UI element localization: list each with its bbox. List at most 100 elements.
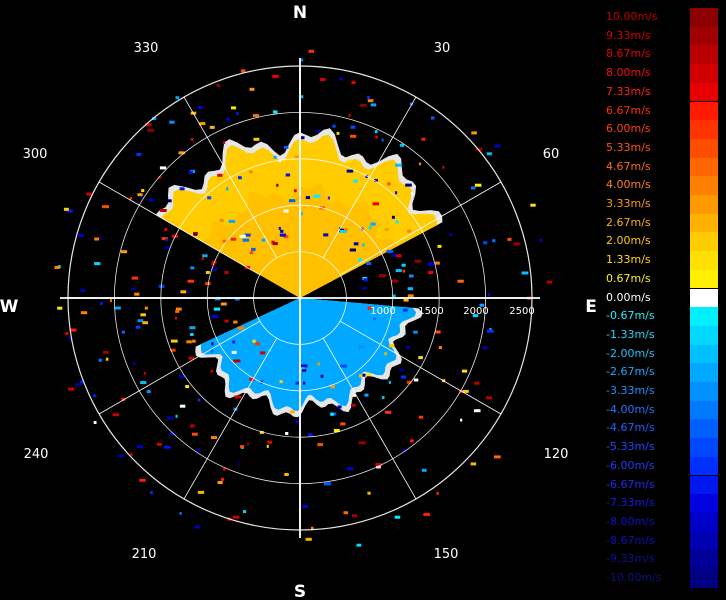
clutter-speckle xyxy=(387,182,391,186)
clutter-speckle xyxy=(471,131,477,135)
clutter-speckle xyxy=(381,138,384,142)
clutter-speckle xyxy=(381,396,385,399)
clutter-speckle xyxy=(232,340,236,344)
clutter-speckle xyxy=(168,199,172,203)
colorbar-row: 5.33m/s xyxy=(600,138,726,158)
clutter-speckle xyxy=(98,358,102,362)
colorbar-swatch xyxy=(690,419,718,439)
clutter-speckle xyxy=(102,205,109,209)
clutter-speckle xyxy=(238,176,242,180)
clutter-speckle xyxy=(366,262,372,265)
clutter-speckle xyxy=(317,362,320,366)
colorbar-swatch xyxy=(690,382,718,401)
compass-west-label: W xyxy=(0,297,19,317)
bearing-label-150: 150 xyxy=(434,547,459,562)
colorbar-swatch xyxy=(690,344,718,364)
clutter-speckle xyxy=(435,261,440,265)
clutter-speckle xyxy=(473,409,481,413)
clutter-speckle xyxy=(486,329,494,333)
colorbar-swatch xyxy=(690,251,718,270)
colorbar-label: 9.33m/s xyxy=(606,28,651,42)
colorbar-row: -2.67m/s xyxy=(600,363,726,382)
clutter-speckle xyxy=(388,380,391,384)
clutter-speckle xyxy=(370,103,377,107)
clutter-speckle xyxy=(389,344,395,348)
clutter-speckle xyxy=(370,222,376,226)
clutter-speckle xyxy=(190,266,195,270)
clutter-speckle xyxy=(159,166,167,170)
clutter-speckle xyxy=(302,381,306,385)
clutter-speckle xyxy=(362,286,367,290)
compass-south-label: S xyxy=(294,582,306,600)
colorbar-swatch xyxy=(690,569,718,588)
clutter-speckle xyxy=(330,412,334,416)
clutter-speckle xyxy=(546,280,553,284)
colorbar-row: 7.33m/s xyxy=(600,82,726,102)
clutter-speckle xyxy=(149,198,154,202)
colorbar-label: -2.67m/s xyxy=(606,365,655,379)
clutter-speckle xyxy=(170,339,178,343)
clutter-speckle xyxy=(112,413,119,417)
clutter-speckle xyxy=(320,374,324,378)
clutter-speckle xyxy=(240,69,246,73)
clutter-speckle xyxy=(240,445,244,449)
clutter-speckle xyxy=(271,240,275,244)
clutter-speckle xyxy=(132,362,136,365)
clutter-speckle xyxy=(129,196,132,200)
colorbar-label: 7.33m/s xyxy=(606,84,651,98)
clutter-speckle xyxy=(375,135,378,139)
clutter-speckle xyxy=(141,189,145,193)
colorbar-row: 1.33m/s xyxy=(600,251,726,270)
clutter-speckle xyxy=(302,505,309,508)
clutter-speckle xyxy=(373,317,376,321)
clutter-speckle xyxy=(315,129,320,133)
clutter-speckle xyxy=(114,306,121,310)
colorbar-swatch xyxy=(690,288,718,308)
clutter-speckle xyxy=(339,230,347,233)
clutter-speckle xyxy=(305,196,310,200)
clutter-speckle xyxy=(358,441,366,445)
clutter-speckle xyxy=(470,186,476,190)
clutter-speckle xyxy=(406,345,410,349)
clutter-speckle xyxy=(283,145,289,149)
colorbar-swatch xyxy=(690,456,718,476)
clutter-speckle xyxy=(332,124,336,128)
clutter-speckle xyxy=(410,192,413,196)
clutter-speckle xyxy=(427,271,434,274)
colorbar-swatch xyxy=(690,8,718,27)
colorbar-swatch xyxy=(690,475,718,495)
colorbar-label: -3.33m/s xyxy=(606,384,655,397)
clutter-speckle xyxy=(362,243,365,247)
clutter-speckle xyxy=(461,369,468,373)
clutter-speckle xyxy=(188,170,193,174)
clutter-speckle xyxy=(180,290,187,294)
clutter-speckle xyxy=(179,187,185,191)
colorbar-label: -10.00m/s xyxy=(606,571,662,584)
colorbar-swatch xyxy=(690,64,718,83)
clutter-speckle xyxy=(194,525,201,529)
clutter-speckle xyxy=(228,219,236,223)
clutter-speckle xyxy=(418,162,422,166)
clutter-speckle xyxy=(175,307,182,311)
colorbar-swatch xyxy=(690,157,718,177)
clutter-speckle xyxy=(142,321,148,325)
clutter-speckle xyxy=(410,439,414,443)
clutter-speckle xyxy=(217,481,223,484)
colorbar-label: 6.00m/s xyxy=(606,122,651,136)
colorbar-swatch xyxy=(690,325,718,345)
colorbar-row: 4.00m/s xyxy=(600,176,726,195)
clutter-speckle xyxy=(418,356,423,360)
colorbar-label: 2.00m/s xyxy=(606,234,651,248)
clutter-speckle xyxy=(300,212,303,216)
clutter-speckle xyxy=(407,294,414,298)
clutter-speckle xyxy=(211,315,219,319)
clutter-speckle xyxy=(140,381,147,385)
clutter-speckle xyxy=(131,287,136,291)
clutter-speckle xyxy=(395,269,402,273)
colorbar-row: -2.00m/s xyxy=(600,344,726,364)
clutter-speckle xyxy=(349,248,356,252)
clutter-speckle xyxy=(408,274,414,278)
clutter-speckle xyxy=(343,511,349,515)
colorbar-row: -6.00m/s xyxy=(600,456,726,476)
clutter-speckle xyxy=(367,96,370,100)
